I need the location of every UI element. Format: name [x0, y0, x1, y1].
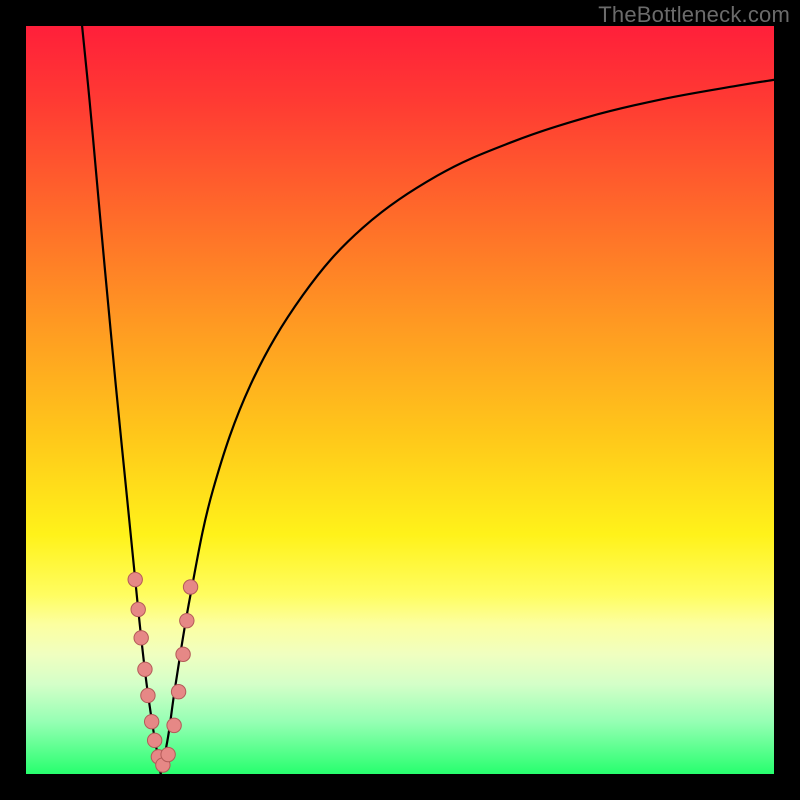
watermark-text: TheBottleneck.com — [598, 2, 790, 28]
bead-point — [134, 631, 148, 645]
plot-area — [26, 26, 774, 774]
bead-point — [128, 572, 142, 586]
bead-point — [147, 733, 161, 747]
bead-point — [171, 685, 185, 699]
curve-right-branch — [161, 80, 774, 774]
bead-point — [183, 580, 197, 594]
bead-point — [167, 718, 181, 732]
bead-point — [161, 747, 175, 761]
bead-point — [180, 613, 194, 627]
bead-group — [128, 572, 198, 772]
curve-layer — [26, 26, 774, 774]
bead-point — [141, 688, 155, 702]
bead-point — [138, 662, 152, 676]
bead-point — [131, 602, 145, 616]
bead-point — [176, 647, 190, 661]
curve-left-branch — [82, 26, 161, 774]
chart-frame: TheBottleneck.com — [0, 0, 800, 800]
bead-point — [144, 714, 158, 728]
